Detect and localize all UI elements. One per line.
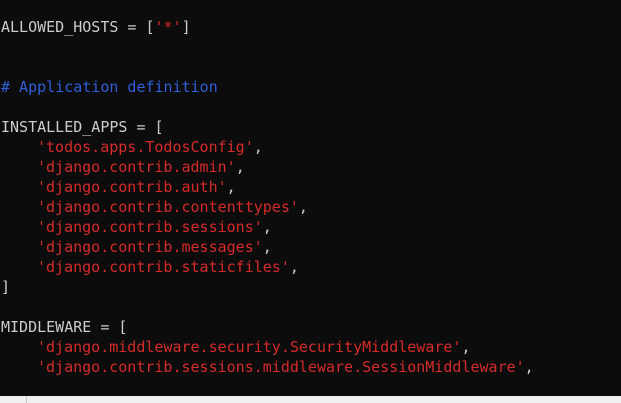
middleware-item: 'django.middleware.security.SecurityMidd…	[1, 337, 534, 357]
terminal-window[interactable]: ALLOWED_HOSTS = ['*'] # Application defi…	[0, 0, 621, 396]
installed-app-string: 'django.contrib.staticfiles'	[37, 258, 290, 276]
scrollbar-divider	[26, 396, 27, 403]
middleware-open: MIDDLEWARE = [	[1, 318, 128, 336]
code-line-installed-apps-open: INSTALLED_APPS = [	[1, 117, 534, 137]
installed-app-item: 'django.contrib.sessions',	[1, 217, 534, 237]
comma: ,	[235, 158, 245, 176]
code-listing: ALLOWED_HOSTS = ['*'] # Application defi…	[1, 17, 534, 377]
installed-apps-close: ]	[1, 278, 11, 296]
installed-app-string: 'todos.apps.TodosConfig'	[37, 138, 254, 156]
comma: ,	[461, 338, 471, 356]
middleware-string: 'django.contrib.sessions.middleware.Sess…	[37, 358, 525, 376]
installed-app-item: 'django.contrib.auth',	[1, 177, 534, 197]
comma: ,	[298, 198, 308, 216]
installed-app-string: 'django.contrib.sessions'	[37, 218, 263, 236]
code-line-allowed-hosts: ALLOWED_HOSTS = ['*']	[1, 17, 534, 37]
installed-app-string: 'django.contrib.auth'	[37, 178, 227, 196]
comma: ,	[262, 238, 272, 256]
installed-app-item: 'django.contrib.contenttypes',	[1, 197, 534, 217]
comma: ,	[524, 358, 534, 376]
code-line-middleware-open: MIDDLEWARE = [	[1, 317, 534, 337]
middleware-string: 'django.middleware.security.SecurityMidd…	[37, 338, 462, 356]
installed-app-item: 'django.contrib.staticfiles',	[1, 257, 534, 277]
installed-app-item: 'django.contrib.messages',	[1, 237, 534, 257]
code-comment: # Application definition	[1, 78, 218, 96]
comma: ,	[289, 258, 299, 276]
installed-app-item: 'todos.apps.TodosConfig',	[1, 137, 534, 157]
code-line-comment: # Application definition	[1, 77, 534, 97]
comma: ,	[226, 178, 236, 196]
installed-apps-open: INSTALLED_APPS = [	[1, 118, 164, 136]
installed-app-string: 'django.contrib.messages'	[37, 238, 263, 256]
installed-app-string: 'django.contrib.admin'	[37, 158, 236, 176]
code-line-installed-apps-close: ]	[1, 277, 534, 297]
comma: ,	[262, 218, 272, 236]
allowed-hosts-name: ALLOWED_HOSTS = [	[1, 18, 155, 36]
comma: ,	[253, 138, 263, 156]
middleware-item: 'django.contrib.sessions.middleware.Sess…	[1, 357, 534, 377]
allowed-hosts-close: ]	[181, 18, 191, 36]
bottom-scrollbar-strip[interactable]	[0, 396, 621, 403]
installed-app-string: 'django.contrib.contenttypes'	[37, 198, 299, 216]
installed-app-item: 'django.contrib.admin',	[1, 157, 534, 177]
allowed-hosts-value: '*'	[154, 18, 182, 36]
